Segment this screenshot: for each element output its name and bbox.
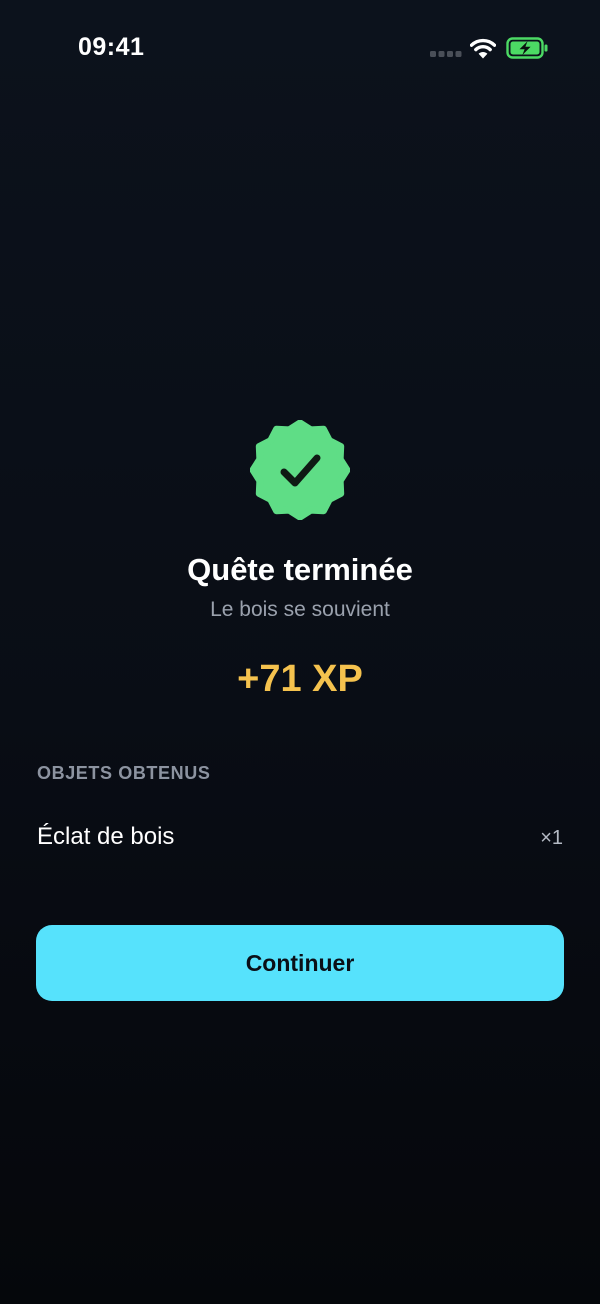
items-section-label: OBJETS OBTENUS (37, 763, 211, 783)
battery-charging-icon (506, 37, 548, 59)
status-bar: 09:41 (0, 0, 600, 96)
status-time: 09:41 (78, 33, 145, 61)
reward-item-row: Éclat de bois ×1 (37, 818, 563, 858)
reward-item-quantity: ×1 (540, 827, 563, 849)
xp-reward: +71 XP (237, 658, 363, 700)
wifi-icon (470, 38, 496, 59)
continue-button[interactable]: Continuer (36, 925, 564, 1001)
cellular-signal-icon (430, 51, 462, 57)
quest-subtitle: Le bois se souvient (210, 598, 390, 621)
verified-badge-check-icon (250, 420, 350, 520)
quest-complete-title: Quête terminée (187, 552, 413, 587)
reward-item-name: Éclat de bois (37, 823, 175, 850)
